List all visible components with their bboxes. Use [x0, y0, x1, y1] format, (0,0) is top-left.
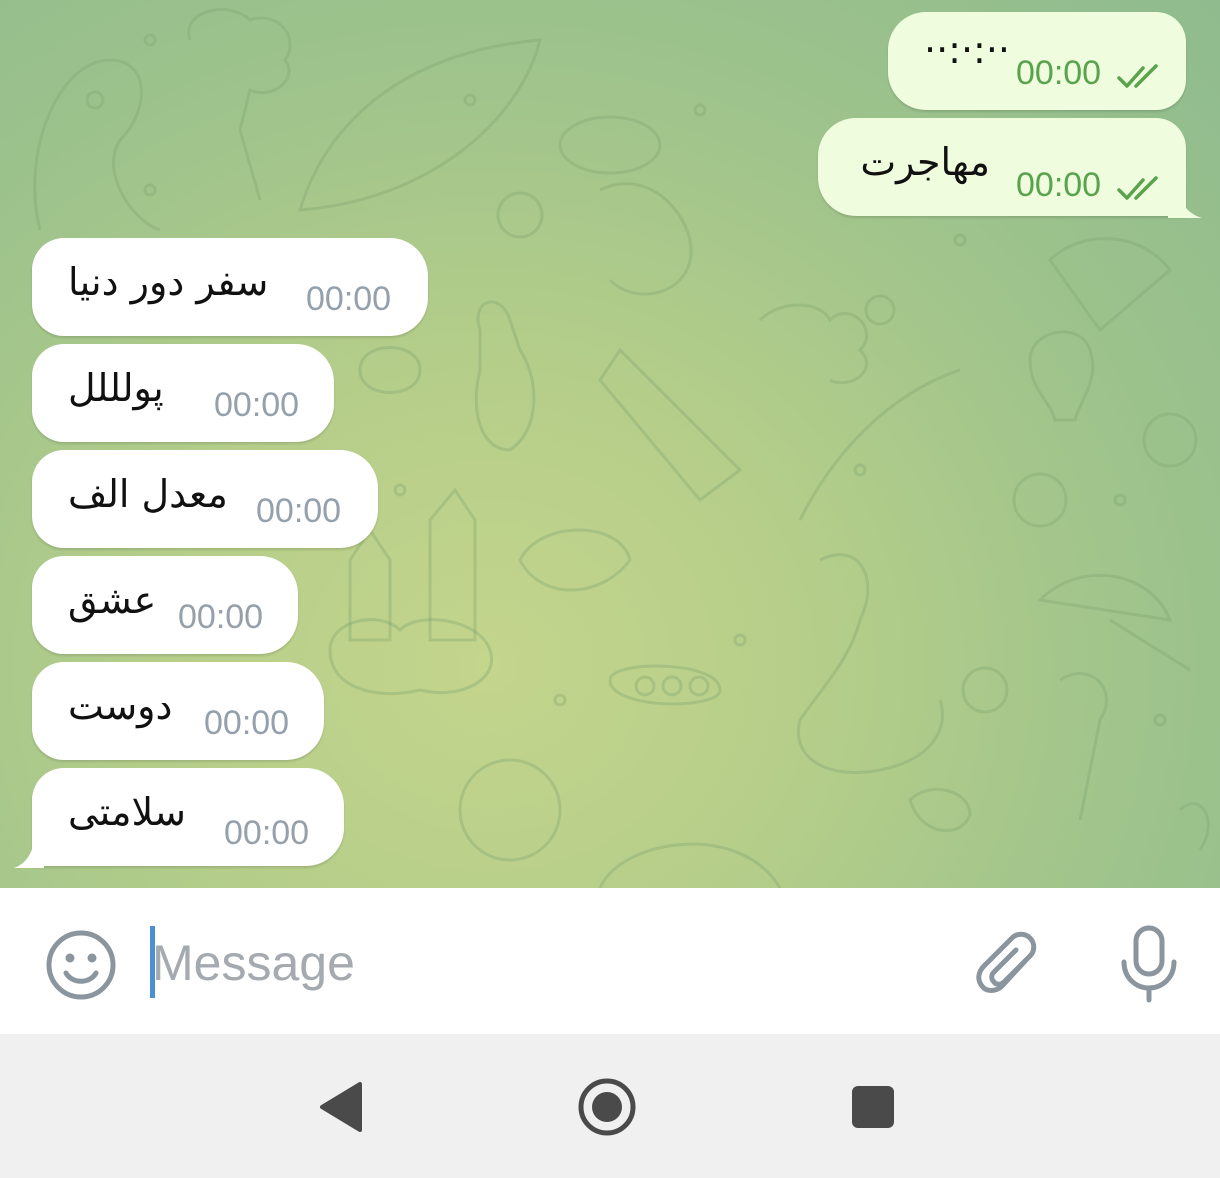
message-text: سفر دور دنیا [68, 260, 269, 304]
message-time: 00:00 [256, 492, 342, 530]
paperclip-icon[interactable] [968, 926, 1040, 1000]
incoming-message[interactable]: سفر دور دنیا 00:00 [32, 238, 428, 336]
message-time: 00:00 [306, 280, 392, 318]
incoming-message[interactable]: پولللل 00:00 [32, 344, 334, 442]
incoming-message[interactable]: سلامتی 00:00 [32, 768, 344, 866]
emoji-icon[interactable] [44, 928, 118, 1002]
double-check-icon [1117, 176, 1158, 200]
message-input[interactable] [152, 928, 912, 998]
outgoing-message[interactable]: ··:·:·· 00:00 [888, 12, 1186, 110]
message-text: دوست [68, 684, 173, 728]
message-time: 00:00 [224, 814, 310, 852]
message-text: عشق [68, 578, 157, 622]
incoming-message[interactable]: دوست 00:00 [32, 662, 324, 760]
recents-square-icon[interactable] [850, 1084, 896, 1130]
incoming-message[interactable]: عشق 00:00 [32, 556, 298, 654]
chat-area[interactable]: ··:·:·· 00:00 مهاجرت 00:00 سفر دور دنیا … [0, 0, 1220, 888]
message-time: 00:00 [1016, 54, 1102, 92]
message-time: 00:00 [178, 598, 264, 636]
message-text: مهاجرت [860, 140, 990, 184]
message-text: سلامتی [68, 790, 187, 834]
home-circle-icon[interactable] [576, 1076, 638, 1138]
double-check-icon [1117, 64, 1158, 88]
bubble-tail [1168, 184, 1202, 218]
outgoing-message[interactable]: مهاجرت 00:00 [818, 118, 1186, 216]
message-text: ··:·:·· [924, 28, 1011, 72]
message-time: 00:00 [1016, 166, 1102, 204]
message-time: 00:00 [204, 704, 290, 742]
incoming-message[interactable]: معدل الف 00:00 [32, 450, 378, 548]
message-text: معدل الف [68, 472, 228, 516]
microphone-icon[interactable] [1116, 924, 1182, 1004]
message-time: 00:00 [214, 386, 300, 424]
message-text: پولللل [68, 366, 164, 410]
bubble-tail [14, 836, 44, 868]
back-triangle-icon[interactable] [316, 1080, 366, 1134]
